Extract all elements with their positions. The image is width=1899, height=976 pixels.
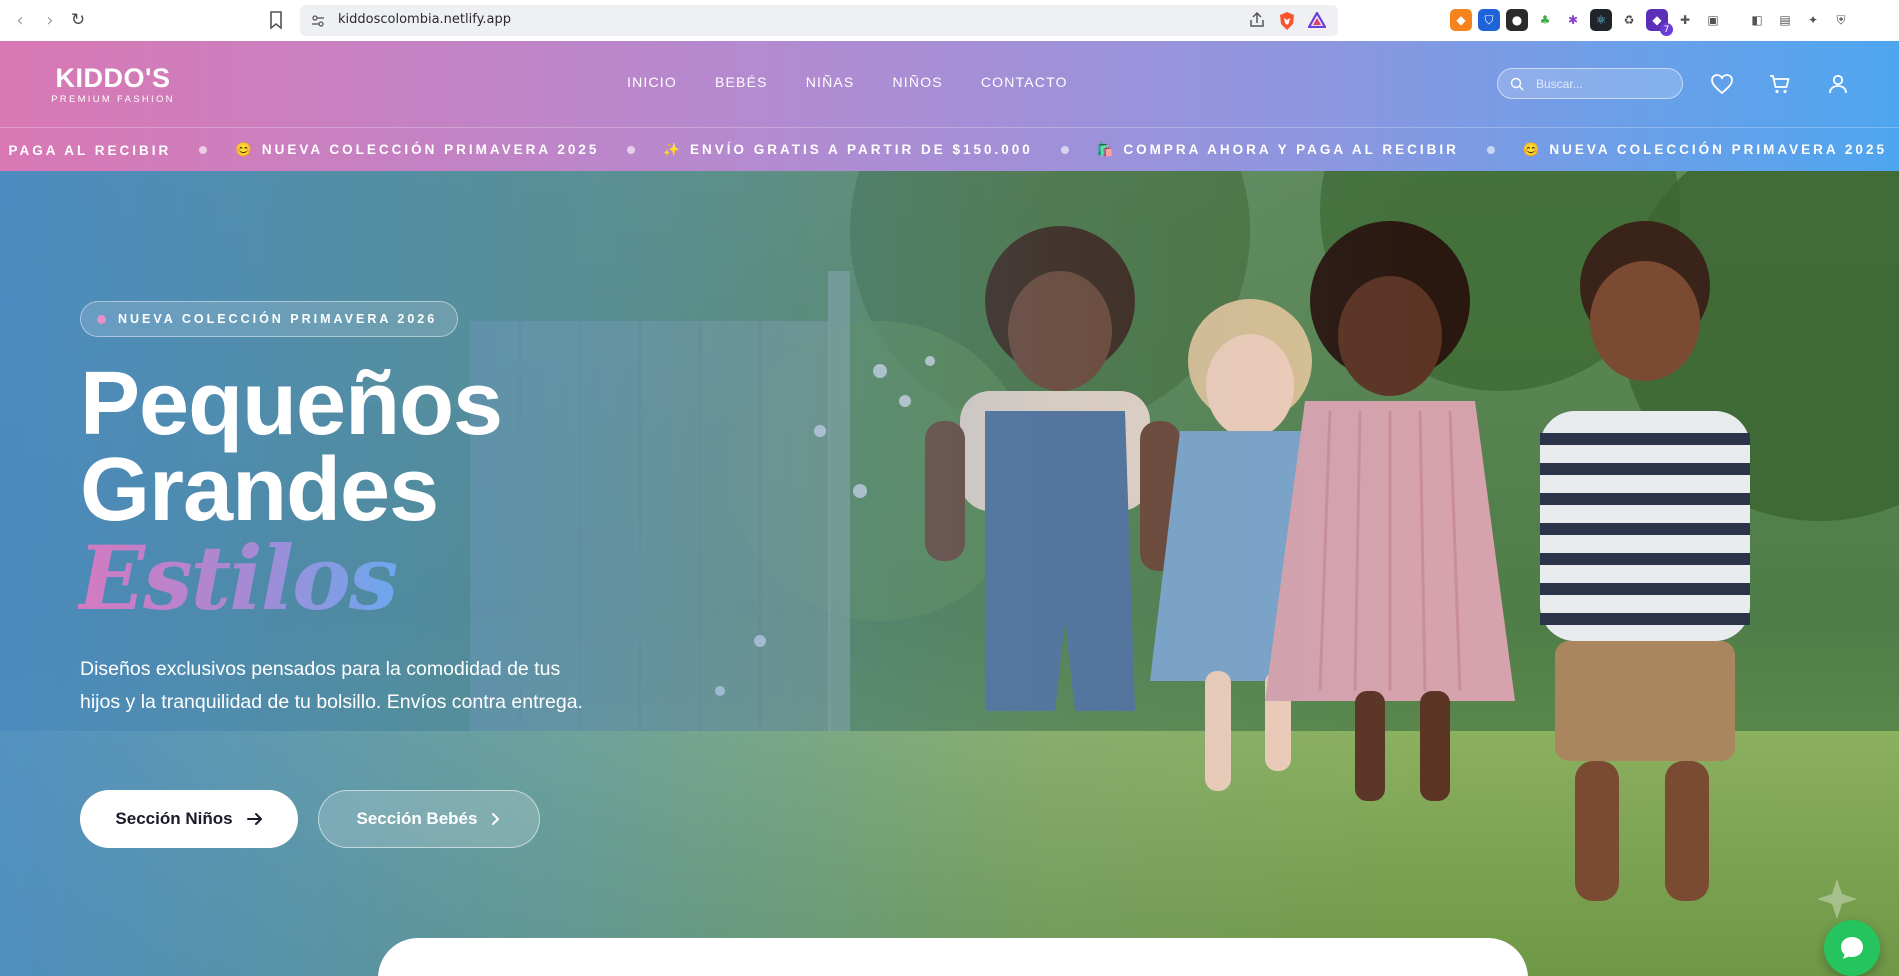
cart-button[interactable] — [1767, 71, 1793, 97]
bookmark-icon[interactable] — [266, 9, 286, 31]
ticker-separator — [1060, 146, 1069, 154]
vpn-icon[interactable]: ⛨ — [1830, 9, 1852, 31]
nav-bebes[interactable]: BEBÉS — [715, 74, 768, 90]
cart-icon — [1770, 75, 1790, 94]
ticker-item: 😊 NUEVA COLECCIÓN PRIMAVERA 2025 — [1522, 142, 1887, 157]
extensions-bar: ◆ ⛉ ● ♣ ✱ ⚛ ♻ ◆ 7 ✚ ▣ ◧ ▤ ✦ ⛨ — [1450, 9, 1852, 36]
address-bar[interactable]: kiddoscolombia.netlify.app — [300, 5, 1338, 36]
screenshot-icon[interactable]: ▣ — [1702, 9, 1724, 31]
logo-tagline: PREMIUM FASHION — [51, 94, 175, 105]
ninos-section-button-label: Sección Niños — [115, 809, 233, 828]
reload-icon[interactable]: ↻ — [66, 8, 90, 32]
chevron-right-icon — [492, 813, 500, 825]
search-input[interactable] — [1536, 75, 1666, 93]
search-icon — [1510, 77, 1524, 91]
extension-icon[interactable]: ● — [1506, 9, 1528, 31]
browser-toolbar: ‹ › ↻ kiddoscolombia.netlify.app ◆ ⛉ ● ♣ — [0, 0, 1899, 41]
bebes-section-button[interactable]: Sección Bebés — [318, 790, 540, 848]
nav-contacto[interactable]: CONTACTO — [981, 74, 1068, 90]
gear-extension-icon[interactable]: ✱ — [1562, 9, 1584, 31]
back-icon[interactable]: ‹ — [8, 8, 32, 32]
bitwarden-icon[interactable]: ⛉ — [1478, 9, 1500, 31]
share-icon[interactable] — [1248, 11, 1266, 29]
hero-title-accent: Estilos — [78, 526, 398, 630]
purple-extension-icon[interactable]: ◆ 7 — [1646, 9, 1673, 36]
puzzle-icon[interactable]: ✚ — [1674, 9, 1696, 31]
bebes-section-button-label: Sección Bebés — [356, 809, 478, 828]
wallet-icon[interactable]: ▤ — [1774, 9, 1796, 31]
site-header: KIDDO'S PREMIUM FASHION INICIO BEBÉS NIÑ… — [0, 41, 1899, 171]
ticker-item: 🛍️ COMPRA AHORA Y PAGA AL RECIBIR — [1096, 142, 1459, 157]
ticker-track: Y PAGA AL RECIBIR 😊 NUEVA COLECCIÓN PRIM… — [0, 128, 1887, 171]
heart-icon — [1711, 74, 1733, 95]
ticker-item: ✨ ENVÍO GRATIS A PARTIR DE $150.000 — [663, 142, 1033, 157]
hero-description: Diseños exclusivos pensados para la como… — [80, 658, 583, 713]
ninos-section-button[interactable]: Sección Niños — [80, 790, 298, 848]
ticker-separator — [1486, 146, 1495, 154]
hero-title-line2: Grandes — [80, 440, 439, 540]
nav-ninos[interactable]: NIÑOS — [892, 74, 942, 90]
react-devtools-icon[interactable]: ⚛ — [1590, 9, 1612, 31]
ticker-item: Y PAGA AL RECIBIR — [0, 142, 172, 158]
extension-badge: 7 — [1660, 23, 1673, 36]
sidebar-icon[interactable]: ◧ — [1746, 9, 1768, 31]
sparkle-icon — [1817, 879, 1857, 919]
user-icon — [1829, 74, 1847, 94]
badge-dot-icon — [97, 314, 106, 324]
brave-shields-icon[interactable] — [1278, 11, 1296, 31]
site-info-icon[interactable] — [310, 13, 326, 29]
url-text[interactable]: kiddoscolombia.netlify.app — [338, 12, 511, 27]
ticker-separator — [627, 146, 636, 154]
chat-bubble-icon — [1841, 937, 1863, 959]
arrow-right-icon — [246, 813, 262, 825]
nav-inicio[interactable]: INICIO — [627, 74, 677, 90]
ticker-separator — [199, 146, 208, 154]
wishlist-button[interactable] — [1709, 71, 1735, 97]
nav-ninas[interactable]: NIÑAS — [806, 74, 855, 90]
logo-wordmark: KIDDO'S — [55, 63, 171, 93]
search-box[interactable] — [1497, 68, 1683, 99]
collection-badge: NUEVA COLECCIÓN PRIMAVERA 2026 — [80, 301, 459, 337]
account-button[interactable] — [1825, 71, 1851, 97]
main-nav: INICIO BEBÉS NIÑAS NIÑOS CONTACTO — [627, 74, 1106, 90]
logo[interactable]: KIDDO'S PREMIUM FASHION — [48, 63, 178, 106]
forward-icon[interactable]: › — [38, 8, 62, 32]
hero-title-line1: Pequeños — [80, 354, 503, 454]
leo-ai-icon[interactable]: ✦ — [1802, 9, 1824, 31]
announcement-ticker: Y PAGA AL RECIBIR 😊 NUEVA COLECCIÓN PRIM… — [0, 127, 1899, 171]
hero-title: Pequeños Grandes — [80, 354, 503, 540]
hero-section: NUEVA COLECCIÓN PRIMAVERA 2026 Pequeños … — [0, 171, 1899, 976]
content-card-top — [378, 938, 1528, 976]
collection-badge-text: NUEVA COLECCIÓN PRIMAVERA 2026 — [118, 312, 438, 326]
leaf-extension-icon[interactable]: ♣ — [1534, 9, 1556, 31]
metamask-icon[interactable]: ◆ — [1450, 9, 1472, 31]
ticker-item: 😊 NUEVA COLECCIÓN PRIMAVERA 2025 — [235, 142, 600, 157]
brave-rewards-icon[interactable] — [1308, 12, 1326, 28]
chat-button[interactable] — [1824, 920, 1880, 976]
recycle-icon[interactable]: ♻ — [1618, 9, 1640, 31]
